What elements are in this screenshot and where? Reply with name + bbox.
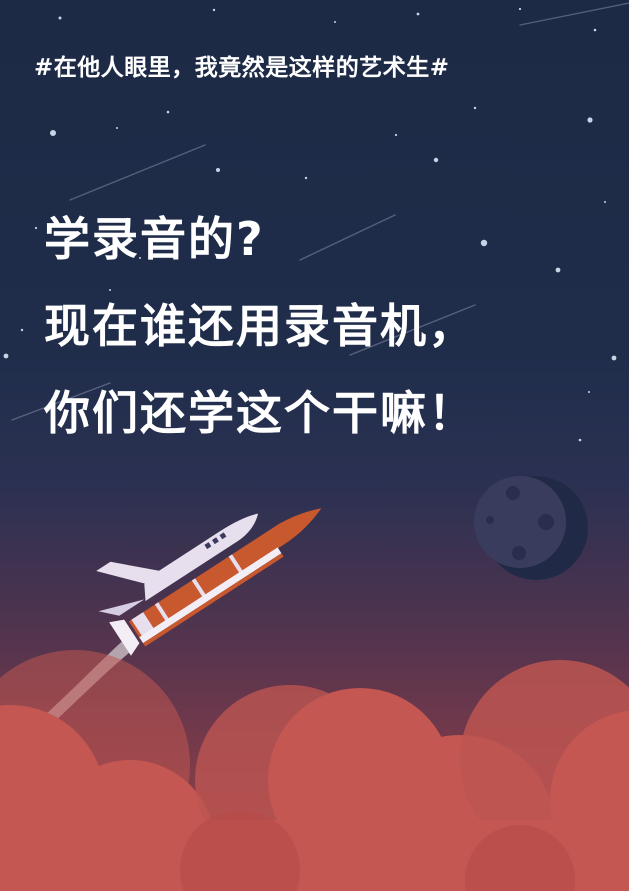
headline: 学录音的? 现在谁还用录音机， 你们还学这个干嘛！ [44, 196, 604, 457]
hashtag-title: #在他人眼里，我竟然是这样的艺术生# [34, 55, 450, 81]
headline-line-2: 现在谁还用录音机， [44, 299, 476, 353]
headline-line-3: 你们还学这个干嘛！ [44, 386, 476, 440]
cloud-layer [0, 650, 629, 891]
moon-illustration [474, 476, 588, 580]
poster: #在他人眼里，我竟然是这样的艺术生# 学录音的? 现在谁还用录音机， 你们还学这… [0, 0, 629, 891]
space-shuttle-illustration [96, 508, 322, 656]
headline-line-1: 学录音的? [44, 212, 265, 266]
